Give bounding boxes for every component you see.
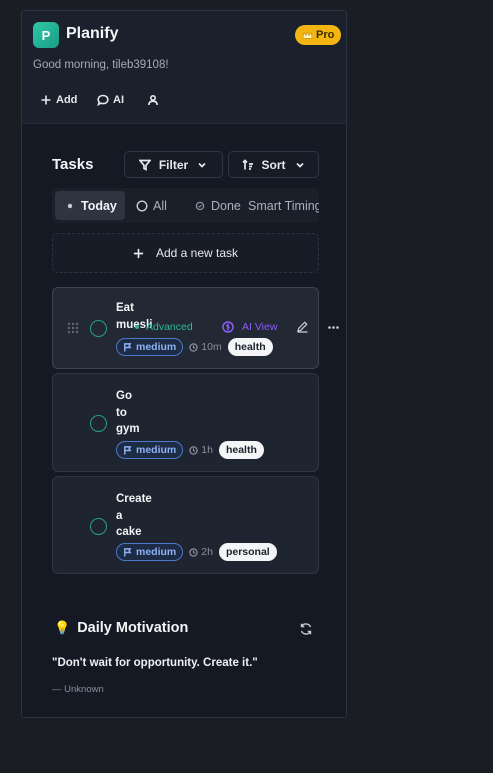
more-options-icon[interactable] bbox=[328, 326, 339, 329]
brain-icon bbox=[222, 321, 234, 333]
plus-icon bbox=[133, 248, 144, 258]
flag-icon bbox=[124, 342, 132, 352]
check-circle-icon bbox=[195, 201, 205, 210]
task-title-line: cake bbox=[116, 526, 142, 538]
priority-label: medium bbox=[136, 341, 177, 353]
clock-icon bbox=[189, 445, 198, 455]
priority-label: medium bbox=[136, 546, 177, 558]
flag-icon bbox=[124, 445, 132, 455]
sort-label: Sort bbox=[261, 157, 286, 172]
task-meta: medium 1h health bbox=[116, 441, 264, 459]
add-button-label: Add bbox=[56, 94, 78, 106]
pencil-icon[interactable] bbox=[296, 320, 309, 333]
filter-dropdown[interactable]: Filter bbox=[124, 151, 223, 178]
task-complete-checkbox[interactable] bbox=[90, 518, 107, 535]
task-card[interactable]: Create a cake medium 2h personal bbox=[52, 476, 319, 574]
funnel-icon bbox=[138, 159, 151, 171]
chevron-down-icon bbox=[198, 162, 206, 168]
profile-button[interactable] bbox=[147, 91, 159, 109]
tab-all-label: All bbox=[153, 198, 167, 213]
task-card[interactable]: Go to gym medium 1h health bbox=[52, 373, 319, 472]
task-title: Go to gym bbox=[116, 388, 140, 438]
task-title-line: Eat bbox=[116, 302, 134, 314]
tab-all[interactable]: All bbox=[136, 191, 167, 220]
add-button[interactable]: Add bbox=[40, 91, 77, 109]
task-title-line: to bbox=[116, 406, 127, 419]
sort-dropdown[interactable]: Sort bbox=[228, 151, 319, 178]
task-title-line: gym bbox=[116, 423, 140, 435]
ai-view-button[interactable]: AI View bbox=[222, 321, 277, 333]
duration-label: 1h bbox=[201, 444, 213, 456]
ai-view-label: AI View bbox=[242, 321, 278, 333]
motivation-heading: 💡 Daily Motivation bbox=[54, 620, 188, 636]
chevron-down-icon bbox=[295, 162, 304, 168]
duration: 10m bbox=[189, 341, 222, 353]
sun-icon bbox=[67, 203, 73, 208]
duration: 2h bbox=[189, 546, 213, 558]
greeting-text: Good morning, tileb39108! bbox=[33, 59, 169, 71]
tab-smart-timing[interactable]: Smart Timing bbox=[248, 191, 319, 220]
task-complete-checkbox[interactable] bbox=[90, 320, 107, 337]
app-panel: P Planify Pro Good morning, tileb39108! … bbox=[21, 10, 347, 718]
task-title-line: a bbox=[116, 509, 123, 522]
tab-done-label: Done bbox=[211, 198, 241, 213]
tag-badge: health bbox=[227, 338, 273, 356]
sort-icon bbox=[241, 158, 253, 170]
tag-badge: personal bbox=[218, 543, 277, 561]
motivation-quote: "Don't wait for opportunity. Create it." bbox=[52, 657, 258, 669]
ai-button[interactable]: AI bbox=[97, 91, 124, 109]
app-name: Planify bbox=[66, 25, 119, 42]
app-logo: P bbox=[33, 22, 59, 48]
advanced-label: Advanced bbox=[146, 321, 193, 333]
task-card[interactable]: Eat muesli Advanced AI View medium 10m h… bbox=[52, 287, 339, 369]
tag-badge: health bbox=[218, 441, 264, 459]
motivation-author: — Unknown bbox=[52, 684, 104, 695]
task-complete-checkbox[interactable] bbox=[90, 415, 107, 432]
crown-icon bbox=[302, 30, 313, 39]
drag-handle-icon[interactable] bbox=[67, 322, 79, 334]
app-header: P Planify Pro Good morning, tileb39108! … bbox=[22, 11, 346, 124]
task-title: Create a cake bbox=[116, 491, 152, 541]
duration-label: 10m bbox=[201, 341, 222, 353]
add-task-button[interactable]: Add a new task bbox=[52, 233, 319, 273]
motivation-title: Daily Motivation bbox=[77, 620, 189, 636]
task-tabs: Today All Done Smart Timing bbox=[52, 188, 319, 223]
priority-badge: medium bbox=[116, 543, 184, 561]
task-meta: medium 2h personal bbox=[116, 543, 277, 561]
tab-today[interactable]: Today bbox=[55, 191, 125, 220]
ai-button-label: AI bbox=[113, 94, 124, 106]
priority-badge: medium bbox=[116, 338, 184, 356]
task-meta: medium 10m health bbox=[116, 338, 273, 356]
clock-icon bbox=[189, 547, 198, 557]
chat-bubble-icon bbox=[97, 94, 109, 106]
tasks-heading: Tasks bbox=[52, 156, 94, 173]
circle-icon bbox=[136, 199, 148, 212]
tab-done[interactable]: Done bbox=[194, 191, 241, 220]
advanced-button[interactable]: Advanced bbox=[133, 321, 193, 333]
user-icon bbox=[148, 94, 158, 106]
task-title-line: Go bbox=[116, 390, 132, 402]
tab-smart-timing-label: Smart Timing bbox=[248, 198, 319, 213]
priority-label: medium bbox=[136, 444, 177, 456]
flag-icon bbox=[124, 547, 132, 557]
duration-label: 2h bbox=[201, 546, 213, 558]
refresh-icon[interactable] bbox=[299, 622, 313, 636]
task-title-line: Create bbox=[116, 493, 152, 505]
plus-icon bbox=[41, 95, 51, 105]
priority-badge: medium bbox=[116, 441, 184, 459]
pro-badge-label: Pro bbox=[316, 29, 335, 41]
duration: 1h bbox=[189, 444, 213, 456]
pro-badge[interactable]: Pro bbox=[295, 25, 342, 45]
tab-today-label: Today bbox=[81, 198, 117, 213]
clock-icon bbox=[189, 342, 198, 352]
filter-label: Filter bbox=[158, 157, 189, 172]
sparkle-icon bbox=[135, 325, 139, 329]
add-task-label: Add a new task bbox=[155, 246, 239, 260]
lightbulb-icon: 💡 bbox=[54, 620, 71, 635]
